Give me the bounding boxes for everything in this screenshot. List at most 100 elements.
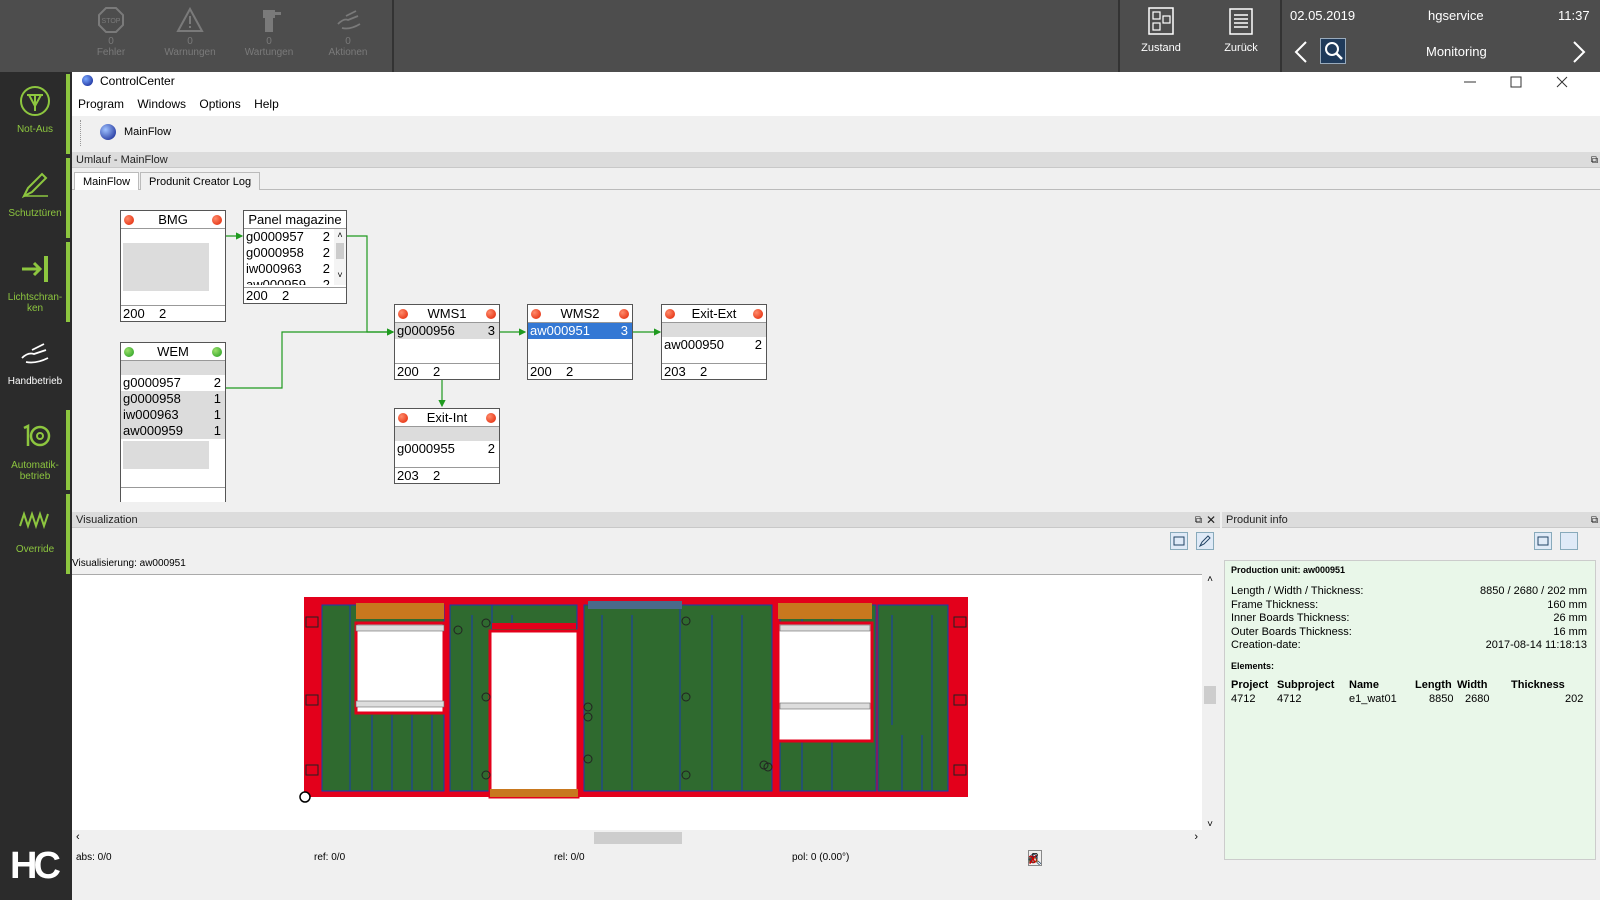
close-icon[interactable]: ✕ bbox=[1206, 512, 1216, 528]
zustand-button[interactable]: Zustand bbox=[1126, 6, 1196, 54]
status-fehler[interactable]: STOP 0 Fehler bbox=[76, 6, 146, 58]
company-logo: HC bbox=[10, 845, 61, 887]
table-row[interactable]: 4712 4712 e1_wat01 8850 2680 202 bbox=[1231, 693, 1589, 707]
list-item[interactable]: g0000957 2 bbox=[244, 229, 334, 245]
list-item-selected[interactable]: aw000951 3 bbox=[528, 323, 632, 339]
status-led-icon bbox=[212, 215, 222, 225]
status-count: 0 bbox=[266, 36, 272, 47]
item-count: 2 bbox=[322, 229, 330, 244]
property-key: Creation-date: bbox=[1231, 639, 1301, 651]
node-footer-b: 2 bbox=[159, 306, 167, 321]
node-wem[interactable]: WEM g0000957 2 g0000958 1 iw000963 1 aw0009… bbox=[120, 342, 226, 502]
item-id: iw000963 bbox=[246, 261, 302, 276]
sidebar-label: Automatik-betrieb bbox=[11, 460, 59, 482]
node-panel-magazine[interactable]: Panel magazine g0000957 2 g0000958 2 iw000… bbox=[243, 210, 347, 304]
list-item[interactable]: aw000959 2 bbox=[244, 277, 334, 285]
item-count: 2 bbox=[322, 277, 330, 285]
node-exit-ext[interactable]: Exit-Ext aw000950 2 203 2 bbox=[661, 304, 767, 380]
zurueck-button[interactable]: Zurück bbox=[1206, 6, 1276, 54]
maximize-icon[interactable] bbox=[1508, 74, 1524, 90]
item-count: 3 bbox=[487, 323, 495, 338]
status-led-icon bbox=[398, 309, 408, 319]
list-item[interactable]: aw000959 1 bbox=[121, 423, 225, 439]
status-aktionen[interactable]: 0 Aktionen bbox=[313, 6, 383, 58]
chevron-up-icon: ˄ bbox=[337, 230, 343, 240]
status-wartungen[interactable]: 0 Wartungen bbox=[234, 6, 304, 58]
node-footer-a: 203 bbox=[664, 364, 686, 379]
delete-icon[interactable]: ✗ bbox=[1028, 850, 1046, 867]
sidebar-item-schutztueren[interactable]: Schutztüren bbox=[0, 158, 70, 238]
list-item[interactable]: iw000963 2 bbox=[244, 261, 334, 277]
restore-icon[interactable]: ⧉ bbox=[1591, 153, 1598, 169]
automatic-icon bbox=[23, 423, 51, 447]
status-warnungen[interactable]: 0 Warnungen bbox=[155, 6, 225, 58]
sidebar-item-automatikbetrieb[interactable]: Automatik-betrieb bbox=[0, 410, 70, 490]
chevron-down-icon: ˅ bbox=[337, 270, 343, 280]
chevron-up-icon[interactable]: ˄ bbox=[1202, 574, 1218, 588]
status-led-icon bbox=[665, 309, 675, 319]
sidebar-item-not-aus[interactable]: Not-Aus bbox=[0, 74, 70, 154]
node-title: Exit-Ext bbox=[691, 306, 737, 321]
item-id: aw000950 bbox=[664, 337, 724, 352]
item-count: 2 bbox=[754, 337, 762, 352]
list-item[interactable]: g0000958 1 bbox=[121, 391, 225, 407]
property-key: Outer Boards Thickness: bbox=[1231, 625, 1352, 638]
visualization-title: Visualization bbox=[76, 514, 138, 526]
vertical-scrollbar[interactable]: ˄ ˅ bbox=[1202, 574, 1218, 830]
node-footer-b: 2 bbox=[282, 288, 290, 303]
property-row: Frame Thickness: 160 mm bbox=[1231, 599, 1589, 613]
sidebar-item-override[interactable]: Override bbox=[0, 494, 70, 574]
node-title: WEM bbox=[157, 344, 189, 359]
list-item[interactable]: g0000955 2 bbox=[395, 441, 499, 457]
export-button[interactable] bbox=[1534, 532, 1552, 550]
node-wms1[interactable]: WMS1 g0000956 3 200 2 bbox=[394, 304, 500, 380]
chevron-down-icon[interactable]: ˅ bbox=[1202, 819, 1218, 830]
menu-windows[interactable]: Windows bbox=[137, 92, 186, 116]
tab-produnit-creator-log[interactable]: Produnit Creator Log bbox=[140, 172, 261, 190]
node-bmg[interactable]: BMG 200 2 bbox=[120, 210, 226, 322]
chevron-right-icon[interactable] bbox=[1572, 40, 1586, 64]
menu-options[interactable]: Options bbox=[199, 92, 240, 116]
chevron-left-icon[interactable]: ‹ bbox=[76, 831, 80, 843]
edit-button[interactable] bbox=[1196, 532, 1214, 550]
status-label: Fehler bbox=[96, 47, 126, 58]
list-item[interactable]: g0000957 2 bbox=[121, 375, 225, 391]
property-row: Creation-date: 2017-08-14 11:18:13 bbox=[1231, 639, 1589, 653]
minimize-icon[interactable] bbox=[1462, 74, 1478, 90]
node-wms2[interactable]: WMS2 aw000951 3 200 2 bbox=[527, 304, 633, 380]
restore-icon[interactable]: ⧉ bbox=[1195, 513, 1202, 529]
property-row: Outer Boards Thickness: 16 mm bbox=[1231, 626, 1589, 640]
table-cell: 8850 bbox=[1429, 692, 1454, 705]
export-button[interactable] bbox=[1170, 532, 1188, 550]
list-scrollbar[interactable]: ˄ ˅ bbox=[334, 229, 346, 285]
node-exit-int[interactable]: Exit-Int g0000955 2 203 2 bbox=[394, 408, 500, 484]
extra-button[interactable] bbox=[1560, 532, 1578, 550]
list-item[interactable]: g0000958 2 bbox=[244, 245, 334, 261]
sidebar-item-handbetrieb[interactable]: Handbetrieb bbox=[0, 326, 70, 406]
abs-coordinate: abs: 0/0 bbox=[76, 852, 112, 863]
list-item[interactable]: g0000956 3 bbox=[395, 323, 499, 339]
menu-help[interactable]: Help bbox=[254, 92, 279, 116]
toolbar: MainFlow bbox=[72, 116, 1600, 150]
sidebar-item-lichtschranken[interactable]: Lichtschran-ken bbox=[0, 242, 70, 322]
close-icon[interactable] bbox=[1554, 74, 1570, 90]
status-led-icon bbox=[398, 413, 408, 423]
production-unit-title: Production unit: aw000951 bbox=[1231, 565, 1346, 575]
property-row: Inner Boards Thickness: 26 mm bbox=[1231, 612, 1589, 626]
list-item[interactable]: iw000963 1 bbox=[121, 407, 225, 423]
sidebar-label: Not-Aus bbox=[16, 124, 54, 135]
item-id: aw000951 bbox=[530, 323, 590, 338]
property-value: 26 mm bbox=[1553, 612, 1587, 624]
menu-program[interactable]: Program bbox=[78, 92, 124, 116]
chevron-right-icon[interactable]: › bbox=[1194, 831, 1198, 843]
chevron-left-icon[interactable] bbox=[1294, 40, 1308, 64]
tab-mainflow[interactable]: MainFlow bbox=[74, 172, 140, 190]
user-display: hgservice bbox=[1428, 8, 1484, 23]
mainflow-toolbar-label: MainFlow bbox=[124, 126, 172, 138]
produnit-info-title: Produnit info bbox=[1226, 514, 1288, 526]
visualization-canvas[interactable] bbox=[72, 574, 1202, 830]
list-item[interactable]: aw000950 2 bbox=[662, 337, 766, 353]
restore-icon[interactable]: ⧉ bbox=[1591, 513, 1598, 529]
horizontal-scrollbar[interactable]: ‹ › bbox=[72, 830, 1202, 846]
divider bbox=[392, 0, 394, 72]
